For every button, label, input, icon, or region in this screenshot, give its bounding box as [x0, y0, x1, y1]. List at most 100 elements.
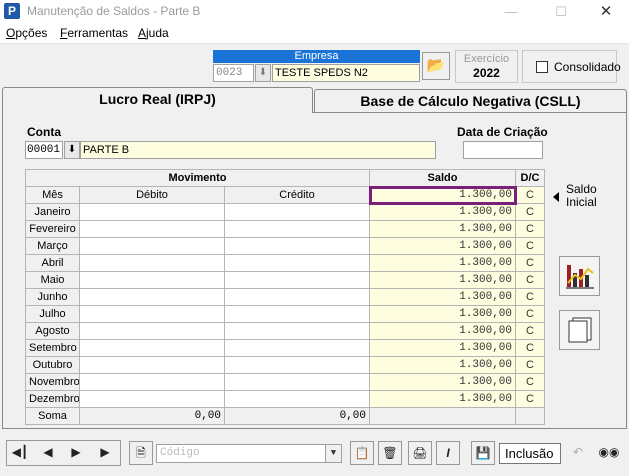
info-button[interactable]: I — [436, 441, 460, 465]
credito-cell[interactable] — [224, 305, 370, 323]
save-icon: 💾 — [475, 446, 491, 460]
credito-cell[interactable] — [224, 288, 370, 306]
consolidado-checkbox[interactable] — [536, 61, 548, 73]
debito-cell[interactable] — [79, 203, 225, 221]
debito-cell[interactable] — [79, 237, 225, 255]
open-folder-button[interactable]: 📂 — [422, 52, 450, 80]
credito-cell[interactable] — [224, 373, 370, 391]
bar-chart-icon — [566, 265, 594, 289]
conta-code-field[interactable]: 00001 — [25, 141, 63, 159]
saldo-cell[interactable]: 1.300,00 — [369, 237, 516, 255]
prev-record-button[interactable]: ◀ — [36, 441, 60, 465]
mes-cell: Abril — [25, 254, 80, 272]
saldo-cell[interactable]: 1.300,00 — [369, 356, 516, 374]
credito-cell[interactable] — [224, 322, 370, 340]
chart-button[interactable] — [559, 256, 600, 296]
dc-cell[interactable]: C — [515, 322, 545, 340]
empresa-code-field[interactable]: 0023 — [213, 64, 254, 82]
dc-cell[interactable]: C — [515, 254, 545, 272]
print-button[interactable]: 🖨 — [408, 441, 432, 465]
close-button[interactable]: ✕ — [583, 0, 629, 24]
pages-icon — [568, 317, 592, 343]
dc-cell[interactable]: C — [515, 271, 545, 289]
mes-cell: Setembro — [25, 339, 80, 357]
credito-cell[interactable] — [224, 339, 370, 357]
dc-cell[interactable]: C — [515, 305, 545, 323]
credito-cell[interactable] — [224, 390, 370, 408]
menu-ferramentas[interactable]: Ferramentas — [60, 26, 128, 40]
mes-cell: Janeiro — [25, 203, 80, 221]
delete-button[interactable]: 🗑 — [378, 441, 402, 465]
dc-cell[interactable]: C — [515, 339, 545, 357]
saldo-cell[interactable]: 1.300,00 — [369, 254, 516, 272]
table-row: Maio 1.300,00 C — [25, 271, 545, 289]
consolidado-label[interactable]: Consolidado — [554, 60, 621, 74]
saldo-cell[interactable]: 1.300,00 — [369, 203, 516, 221]
minimize-button[interactable]: — — [488, 0, 534, 24]
maximize-button[interactable]: ☐ — [538, 0, 584, 24]
dc-cell[interactable]: C — [515, 356, 545, 374]
saldo-inicial-label-line1: Saldo — [566, 182, 597, 196]
debito-cell[interactable] — [79, 220, 225, 238]
conta-lookup-icon[interactable]: ⬇ — [64, 141, 80, 159]
saldo-cell[interactable]: 1.300,00 — [369, 271, 516, 289]
saldo-inicial-dc[interactable]: C — [515, 186, 545, 204]
debito-cell[interactable] — [79, 373, 225, 391]
trash-icon: 🗑 — [382, 446, 398, 460]
chevron-down-icon[interactable]: ▼ — [325, 445, 341, 462]
debito-cell[interactable] — [79, 305, 225, 323]
exercicio-label: Exercício — [463, 53, 510, 65]
saldo-cell[interactable]: 1.300,00 — [369, 220, 516, 238]
save-button[interactable]: 💾 — [471, 441, 495, 465]
debito-cell[interactable] — [79, 271, 225, 289]
credito-cell[interactable] — [224, 254, 370, 272]
dc-cell[interactable]: C — [515, 237, 545, 255]
saldo-cell[interactable]: 1.300,00 — [369, 288, 516, 306]
mes-cell: Março — [25, 237, 80, 255]
dc-cell[interactable]: C — [515, 203, 545, 221]
report-button[interactable]: 📋 — [350, 441, 374, 465]
credito-cell[interactable] — [224, 271, 370, 289]
saldo-header: Saldo — [369, 169, 516, 187]
dc-cell[interactable]: C — [515, 220, 545, 238]
table-row: Agosto 1.300,00 C — [25, 322, 545, 340]
debito-cell[interactable] — [79, 254, 225, 272]
menu-ajuda[interactable]: Ajuda — [138, 26, 169, 40]
data-criacao-field[interactable] — [463, 141, 543, 159]
new-document-button[interactable]: 🗎 — [129, 441, 153, 465]
tab-lucro-real[interactable]: Lucro Real (IRPJ) — [2, 87, 313, 113]
search-button[interactable]: ◉◉ — [597, 441, 621, 465]
table-row: Janeiro 1.300,00 C — [25, 203, 545, 221]
saldo-inicial-cell[interactable]: 1.300,00 — [368, 185, 517, 205]
saldo-cell[interactable]: 1.300,00 — [369, 390, 516, 408]
saldo-cell[interactable]: 1.300,00 — [369, 305, 516, 323]
saldo-cell[interactable]: 1.300,00 — [369, 373, 516, 391]
dc-cell[interactable]: C — [515, 373, 545, 391]
mes-cell: Agosto — [25, 322, 80, 340]
dc-cell[interactable]: C — [515, 390, 545, 408]
saldo-cell[interactable]: 1.300,00 — [369, 322, 516, 340]
dc-cell[interactable]: C — [515, 288, 545, 306]
last-record-button[interactable]: ▶ — [93, 441, 117, 465]
credito-cell[interactable] — [224, 237, 370, 255]
debito-cell[interactable] — [79, 339, 225, 357]
menu-opcoes[interactable]: Opções — [6, 26, 47, 40]
debito-cell[interactable] — [79, 390, 225, 408]
saldo-cell[interactable]: 1.300,00 — [369, 339, 516, 357]
credito-cell[interactable] — [224, 220, 370, 238]
debito-cell[interactable] — [79, 322, 225, 340]
debito-cell[interactable] — [79, 288, 225, 306]
codigo-select[interactable]: Código ▼ — [156, 444, 342, 463]
debito-cell[interactable] — [79, 356, 225, 374]
saldo-inicial-label-line2: Inicial — [566, 195, 597, 209]
undo-button[interactable]: ↶ — [566, 441, 590, 465]
next-record-button[interactable]: ▶ — [64, 441, 88, 465]
empresa-lookup-icon[interactable]: ⬇ — [255, 64, 271, 82]
document-button[interactable] — [559, 310, 600, 350]
first-record-button[interactable]: ◀┃ — [8, 441, 32, 465]
new-page-icon: 🗎 — [136, 446, 146, 460]
tab-base-calculo-negativa[interactable]: Base de Cálculo Negativa (CSLL) — [314, 89, 627, 112]
credito-cell[interactable] — [224, 356, 370, 374]
consolidado-group: Consolidado — [522, 50, 621, 83]
credito-cell[interactable] — [224, 203, 370, 221]
